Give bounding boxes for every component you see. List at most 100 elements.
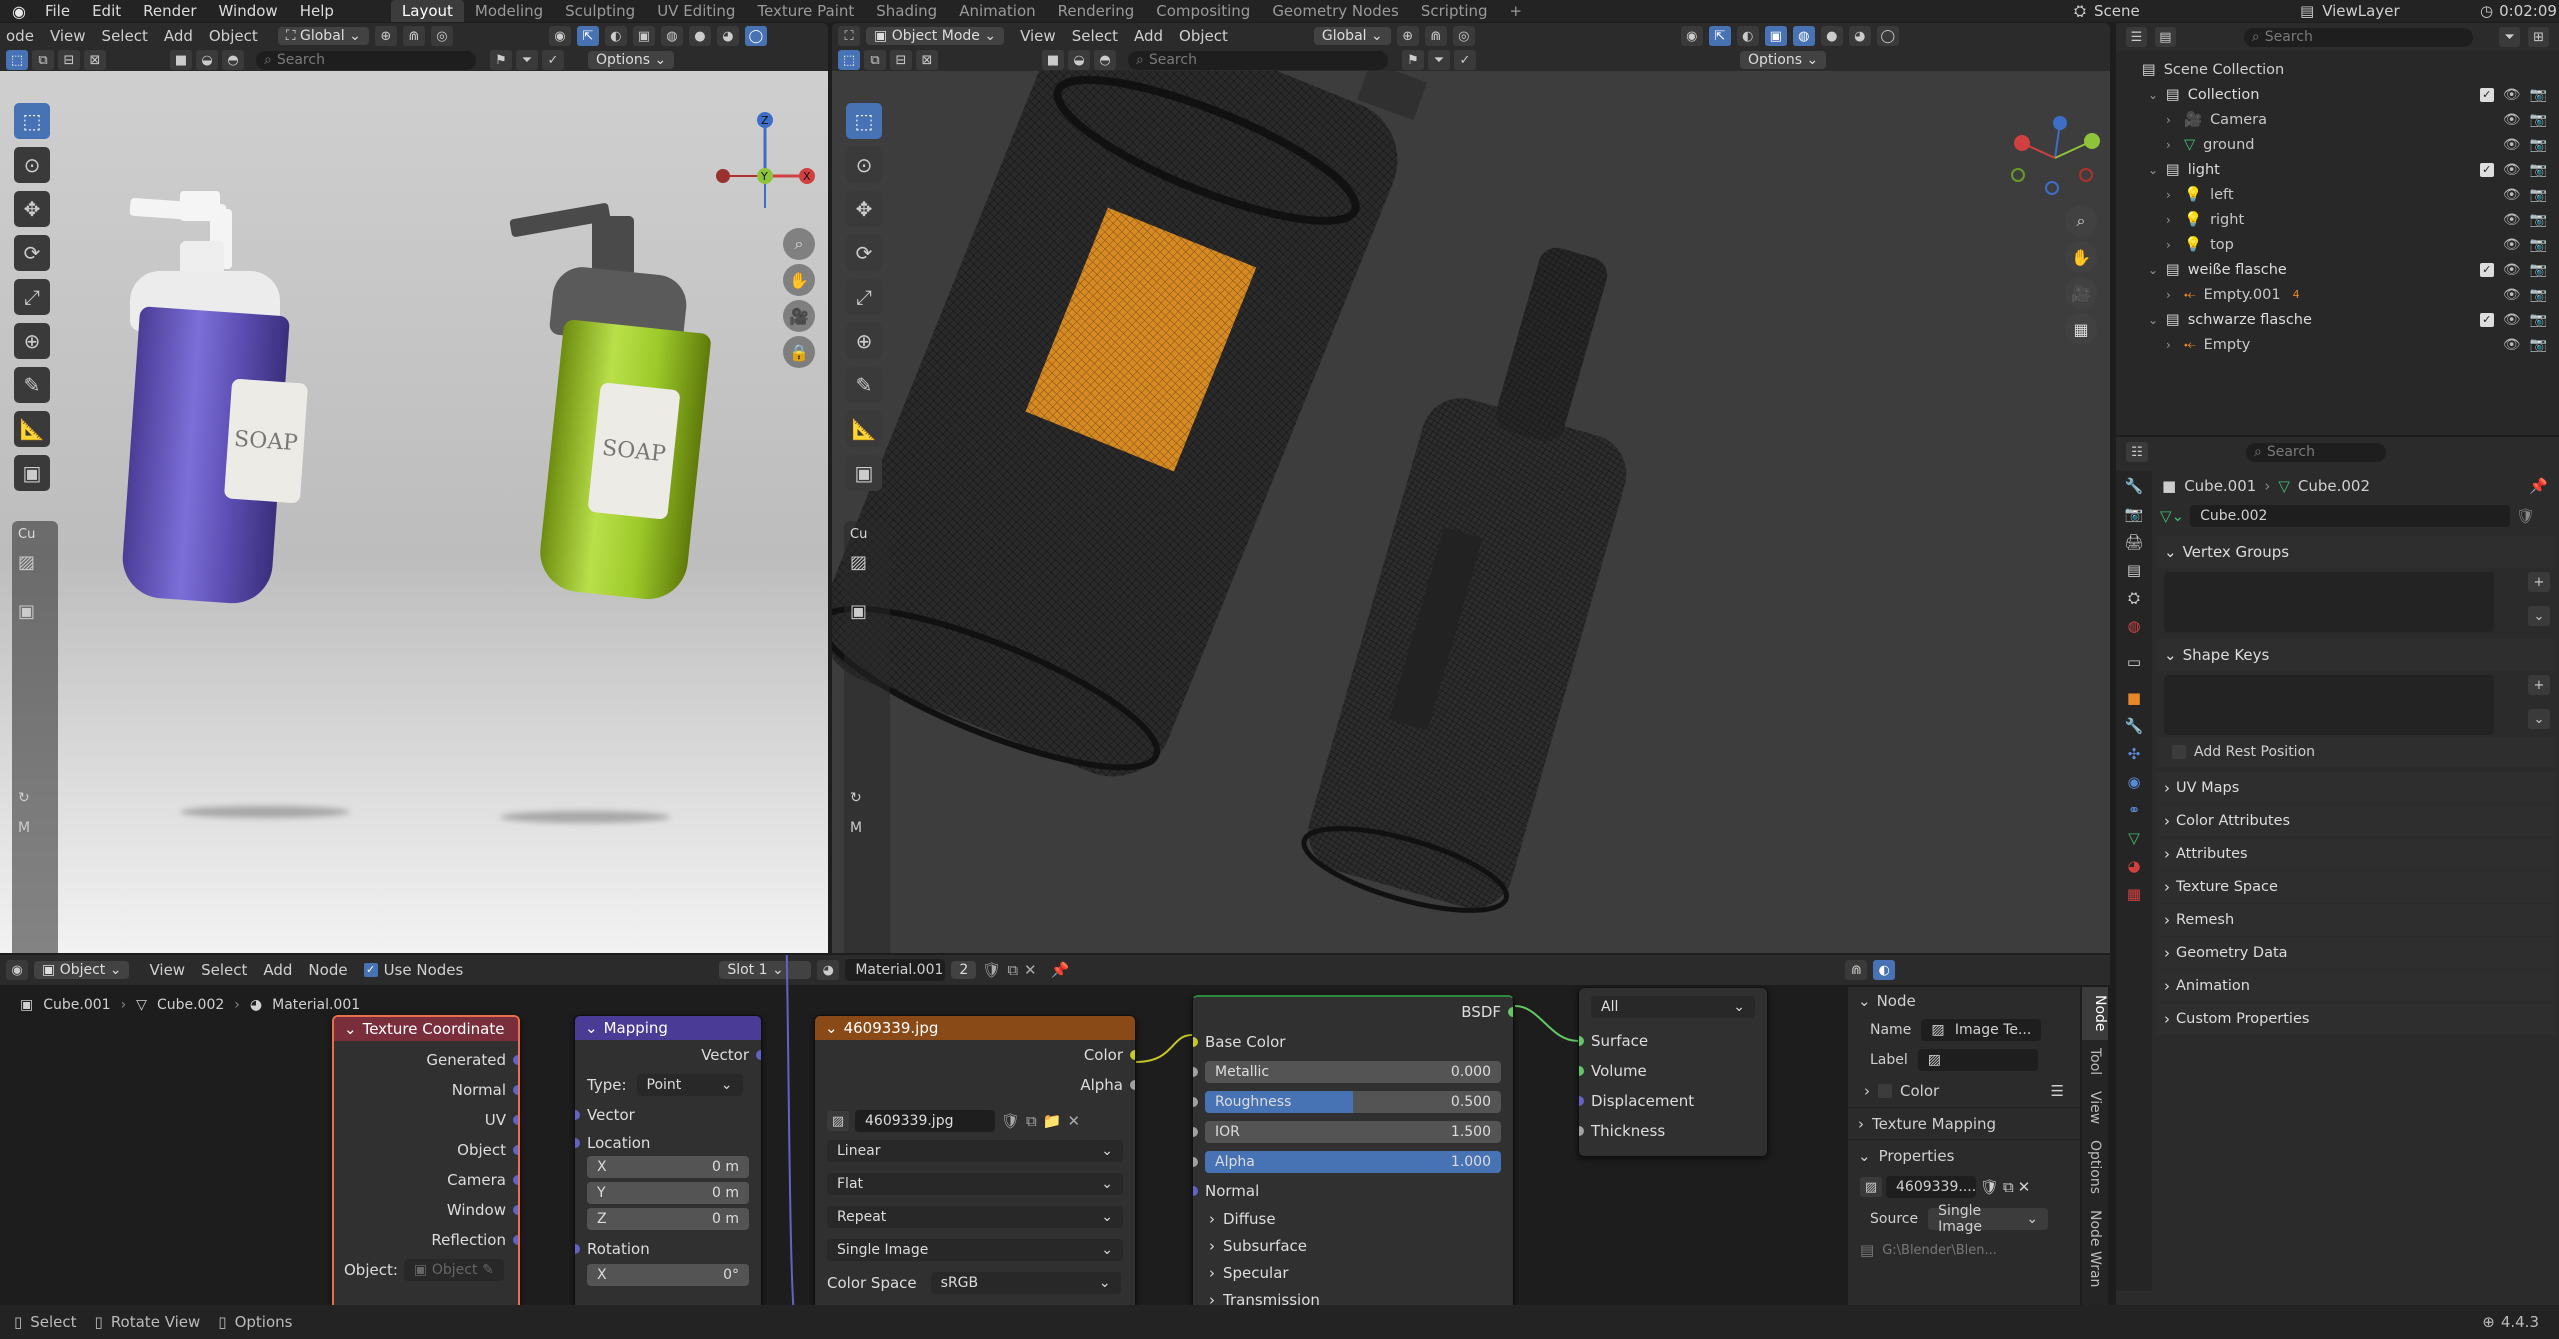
sidebar-shield-icon[interactable]: 🛡 (1980, 1178, 1999, 1196)
material-output-node[interactable]: All ⌄ Surface Volume Displacement Thickness (1578, 987, 1768, 1157)
annotate-tool-icon[interactable]: ✎ (14, 367, 50, 403)
outliner-row-empty[interactable]: › ⤝ Empty 👁 📷 (2116, 332, 2559, 357)
right-sub-solid-icon[interactable]: ■ (1042, 50, 1064, 70)
list-menu-chevron-icon[interactable]: ⌄ (2528, 709, 2550, 729)
sidebar-tab-view[interactable]: View (2087, 1083, 2103, 1132)
bsdf-output-socket[interactable] (1508, 1007, 1513, 1017)
panel-color-attributes[interactable]: › Color Attributes (2156, 804, 2556, 837)
right-proportional-icon[interactable]: ◎ (1452, 26, 1475, 46)
menu-help[interactable]: Help (291, 0, 343, 22)
shading-wire-icon[interactable]: ◍ (660, 26, 683, 46)
node-panel-header[interactable]: ⌄ Node (1848, 987, 2080, 1015)
eye-icon[interactable]: 👁 (2503, 137, 2521, 153)
xray-icon[interactable]: ▣ (632, 26, 655, 46)
color-space-dropdown[interactable]: sRGB ⌄ (930, 1272, 1121, 1294)
panel-list-box[interactable] (2164, 675, 2494, 735)
shading-solid-icon[interactable]: ● (688, 26, 711, 46)
right-image-ref-icon[interactable]: ▣ (844, 597, 890, 626)
axis-gizmo-icon[interactable]: Z X Y (715, 108, 815, 216)
right-zoom-icon[interactable]: ⌕ (2065, 205, 2097, 237)
fake-user-icon[interactable]: 🛡 (2516, 507, 2535, 525)
camera-view-icon[interactable]: 🎥 (783, 300, 815, 332)
left-menu-select[interactable]: Select (102, 27, 148, 45)
right-annotate-tool-icon[interactable]: ✎ (846, 367, 882, 403)
right-rotate-tool-icon[interactable]: ⟳ (846, 235, 882, 271)
right-select-box-icon[interactable]: ⬚ (838, 50, 860, 70)
right-move-tool-icon[interactable]: ✥ (846, 191, 882, 227)
chevron-right-icon[interactable]: › (2166, 238, 2180, 252)
outliner-row-camera[interactable]: › 🎥 Camera 👁 📷 (2116, 107, 2559, 132)
right-shading-material-icon[interactable]: ◕ (1848, 26, 1871, 46)
tab-sculpting[interactable]: Sculpting (554, 0, 646, 22)
select-tool-icon[interactable]: ⬚ (14, 103, 50, 139)
mode-dropdown[interactable]: ▣ Object Mode ⌄ (866, 27, 1005, 45)
chevron-down-icon[interactable]: ⌄ (2148, 313, 2162, 327)
gizmo-toggle-icon[interactable]: ⇱ (576, 26, 599, 46)
right-select-tool-icon[interactable]: ⬚ (846, 103, 882, 139)
bsdf-subpanel[interactable]: › Transmission (1193, 1286, 1513, 1306)
tab-geometry-nodes[interactable]: Geometry Nodes (1261, 0, 1410, 22)
mapping-rot-x-field[interactable]: X 0° (587, 1264, 749, 1286)
image-unlink-icon[interactable]: ✕ (1067, 1112, 1080, 1130)
render-tab-icon[interactable]: 📷 (2125, 505, 2144, 523)
panel-list-box[interactable] (2164, 572, 2494, 632)
lock-icon[interactable]: 🔒 (783, 336, 815, 368)
mesh-name-field[interactable]: Cube.002 (2190, 505, 2511, 527)
eye-icon[interactable]: 👁 (2503, 162, 2521, 178)
bsdf-subpanel[interactable]: › Specular (1193, 1259, 1513, 1286)
menu-render[interactable]: Render (134, 0, 205, 22)
right-gizmo-toggle-icon[interactable]: ⇱ (1708, 26, 1731, 46)
tab-texture-paint[interactable]: Texture Paint (746, 0, 865, 22)
mapping-output-socket[interactable] (756, 1050, 761, 1060)
chevron-right-icon[interactable]: › (2166, 338, 2180, 352)
bsdf-ior-slider[interactable]: IOR 1.500 (1205, 1121, 1501, 1143)
bsdf-alpha-slider[interactable]: Alpha 1.000 (1205, 1151, 1501, 1173)
select-extend-icon[interactable]: ⧉ (32, 50, 54, 70)
panel-remesh[interactable]: › Remesh (2156, 903, 2556, 936)
image-open-icon[interactable]: 📁 (1043, 1112, 1062, 1130)
exclude-checkbox[interactable]: ✓ (2479, 262, 2494, 277)
loop-icon[interactable]: ↻ (12, 786, 58, 810)
material-tab-icon[interactable]: ◕ (2127, 857, 2140, 875)
right-camera-view-icon[interactable]: 🎥 (2065, 277, 2097, 309)
snap-icon[interactable]: ⋒ (402, 26, 425, 46)
sidebar-image-field[interactable]: 4609339.... (1886, 1176, 1976, 1198)
left-navigation-gizmo[interactable]: Z X Y (715, 108, 815, 216)
chevron-right-icon[interactable]: › (2166, 213, 2180, 227)
image-icon[interactable]: ▨ (12, 548, 58, 577)
pin-icon[interactable]: 📌 (2529, 477, 2548, 495)
scene-tab-icon[interactable]: ⛭ (2128, 589, 2140, 607)
node-color-checkbox[interactable] (1878, 1084, 1892, 1098)
output-tab-icon[interactable]: 🖨 (2124, 533, 2143, 551)
eye-icon[interactable]: 👁 (2503, 87, 2521, 103)
right-menu-select[interactable]: Select (1072, 27, 1118, 45)
tab-layout[interactable]: Layout (390, 0, 464, 22)
chevron-right-icon[interactable]: › (2166, 138, 2180, 152)
image-browse-icon[interactable]: ▨ (827, 1111, 849, 1131)
check-icon[interactable]: ✓ (542, 50, 564, 70)
blender-logo-icon[interactable]: ◉ (6, 2, 32, 21)
filter-icon[interactable]: ⏷ (516, 50, 538, 70)
mapping-loc-field[interactable]: Y 0 m (587, 1182, 749, 1204)
bsdf-subpanel[interactable]: › Subsurface (1193, 1232, 1513, 1259)
add-rest-position-row[interactable]: Add Rest Position (2156, 737, 2556, 767)
projection-dropdown[interactable]: Flat ⌄ (827, 1173, 1123, 1195)
modifier-tab-icon[interactable]: 🔧 (2125, 717, 2144, 735)
outliner-row-light[interactable]: › 💡 top 👁 📷 (2116, 232, 2559, 257)
bsdf-roughness-socket[interactable] (1193, 1097, 1198, 1107)
select-intersect-icon[interactable]: ⊠ (84, 50, 106, 70)
panel-geometry-data[interactable]: › Geometry Data (2156, 936, 2556, 969)
rotate-tool-icon[interactable]: ⟳ (14, 235, 50, 271)
collapse-icon[interactable]: ⌄ (344, 1020, 357, 1038)
constraints-tab-icon[interactable]: ⚭ (2128, 801, 2141, 819)
render-camera-icon[interactable]: 📷 (2530, 112, 2547, 128)
outliner-row-light[interactable]: › 💡 right 👁 📷 (2116, 207, 2559, 232)
left-orientation-dropdown[interactable]: ⛶ Global ⌄ (277, 27, 369, 45)
physics-tab-icon[interactable]: ◉ (2127, 773, 2140, 791)
panel-uv-maps[interactable]: › UV Maps (2156, 771, 2556, 804)
outliner-row-empty[interactable]: › ⤝ Empty.001 4 👁 📷 (2116, 282, 2559, 307)
right-filter-icon[interactable]: ⏷ (1428, 50, 1450, 70)
tab-uv-editing[interactable]: UV Editing (646, 0, 746, 22)
add-cube-tool-icon[interactable]: ▣ (14, 455, 50, 491)
left-collapsed-label[interactable]: Cu (12, 521, 58, 548)
